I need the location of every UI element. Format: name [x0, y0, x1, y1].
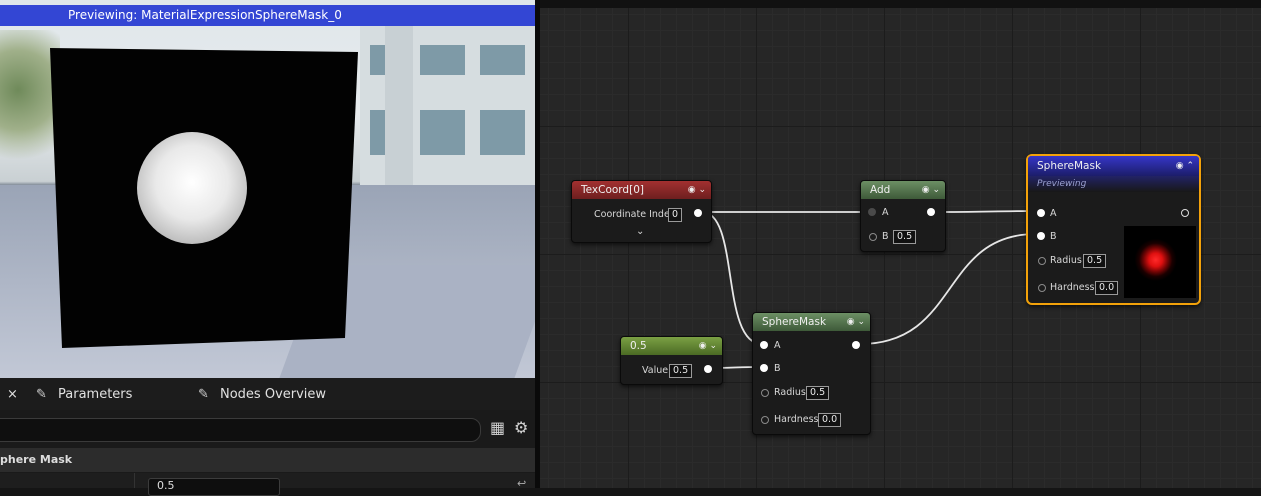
reset-icon[interactable]: ↩ — [517, 477, 526, 490]
table-view-icon[interactable]: ▦ — [490, 418, 505, 437]
property-row: 0.5 ↩ — [0, 473, 535, 496]
spheremask-main-pin-a-label: A — [1050, 208, 1057, 219]
spheremask-output-pin[interactable] — [852, 341, 860, 349]
spheremask-pin-a[interactable] — [760, 341, 768, 349]
tab-parameters-label: Parameters — [58, 387, 133, 402]
constant-value[interactable]: 0.5 — [669, 364, 693, 378]
spheremask-hardness-label: Hardness — [774, 414, 819, 425]
constant-output-pin[interactable] — [704, 365, 712, 373]
preview-title-bar: Previewing: MaterialExpressionSphereMask… — [0, 5, 535, 26]
spheremask-radius-label: Radius — [774, 387, 806, 398]
chevron-down-icon[interactable]: ⌄ — [636, 226, 644, 237]
spheremask-main-pin-hardness[interactable] — [1038, 284, 1046, 292]
add-pin-a[interactable] — [868, 208, 876, 216]
add-pin-b[interactable] — [869, 233, 877, 241]
details-tab-bar: × ✎ Parameters ✎ Nodes Overview — [0, 378, 535, 411]
spheremask-main-header[interactable]: SphereMask ◉ ⌃ — [1028, 156, 1199, 176]
add-node-title: Add — [870, 184, 891, 196]
sphere-mask-result — [137, 132, 247, 244]
spheremask-main-pin-b-label: B — [1050, 231, 1057, 242]
material-graph[interactable]: TexCoord[0] ◉ ⌄ Coordinate Index 0 ⌄ Add… — [540, 0, 1261, 488]
spheremask-pin-radius[interactable] — [761, 389, 769, 397]
spheremask-main-node[interactable]: SphereMask ◉ ⌃ Previewing A B Radius 0.5… — [1026, 154, 1201, 305]
constant-node-title: 0.5 — [630, 340, 647, 352]
close-icon[interactable]: × — [7, 387, 18, 402]
spheremask-pin-a-label: A — [774, 340, 781, 351]
spheremask-pin-hardness[interactable] — [761, 416, 769, 424]
spheremask-hardness-value[interactable]: 0.0 — [818, 413, 842, 427]
spheremask-main-hardness-value[interactable]: 0.0 — [1095, 281, 1119, 295]
texcoord-output-pin[interactable] — [694, 209, 702, 217]
preview-cube — [50, 48, 358, 348]
preview-viewport[interactable]: Previewing: MaterialExpressionSphereMask… — [0, 0, 535, 378]
category-label: phere Mask — [0, 453, 73, 466]
add-node[interactable]: Add ◉ ⌄ A B 0.5 — [860, 180, 946, 252]
spheremask-pin-b-label: B — [774, 363, 781, 374]
spheremask-main-radius-value[interactable]: 0.5 — [1083, 254, 1107, 268]
constant-node[interactable]: 0.5 ◉ ⌄ Value 0.5 — [620, 336, 723, 385]
add-node-header[interactable]: Add ◉ ⌄ — [861, 181, 945, 199]
property-divider — [134, 473, 135, 488]
spheremask-main-radius-label: Radius — [1050, 255, 1082, 266]
spheremask-main-output-pin[interactable] — [1181, 209, 1189, 217]
constant-node-header[interactable]: 0.5 ◉ ⌄ — [621, 337, 722, 355]
spheremask-status-bar: Previewing — [1028, 176, 1199, 192]
spheremask-status: Previewing — [1037, 179, 1087, 189]
add-output-pin[interactable] — [927, 208, 935, 216]
tab-nodes-overview-label: Nodes Overview — [220, 387, 327, 402]
add-pin-a-label: A — [882, 207, 889, 218]
tab-nodes-overview[interactable]: ✎ Nodes Overview — [198, 378, 326, 410]
texcoord-node-title: TexCoord[0] — [581, 184, 644, 196]
pen-icon: ✎ — [36, 387, 47, 402]
spheremask-main-pin-radius[interactable] — [1038, 257, 1046, 265]
constant-value-label: Value — [642, 365, 669, 376]
close-tab-button[interactable]: × — [7, 378, 18, 410]
left-panel: Previewing: MaterialExpressionSphereMask… — [0, 0, 535, 496]
spheremask-node-header[interactable]: SphereMask ◉ ⌄ — [753, 313, 870, 331]
texcoord-node[interactable]: TexCoord[0] ◉ ⌄ Coordinate Index 0 ⌄ — [571, 180, 712, 243]
spheremask-node-title: SphereMask — [762, 316, 827, 328]
wire-add-main — [935, 210, 1037, 213]
add-pin-b-label: B — [882, 231, 889, 242]
details-search-input[interactable] — [0, 418, 481, 442]
property-value-field[interactable]: 0.5 — [148, 478, 280, 496]
spheremask-main-pin-b[interactable] — [1037, 232, 1045, 240]
pen-icon: ✎ — [198, 387, 209, 402]
add-b-value[interactable]: 0.5 — [893, 230, 917, 244]
category-header[interactable]: phere Mask — [0, 448, 535, 472]
node-collapse-icon[interactable]: ◉ ⌃ — [1176, 156, 1194, 176]
gear-icon[interactable]: ⚙ — [514, 418, 528, 437]
spheremask-main-hardness-label: Hardness — [1050, 282, 1095, 293]
node-options-icon[interactable]: ◉ ⌄ — [688, 181, 706, 199]
preview-title: Previewing: MaterialExpressionSphereMask… — [68, 8, 342, 22]
spheremask-pin-b[interactable] — [760, 364, 768, 372]
coordinate-index-label: Coordinate Index — [594, 209, 676, 220]
spheremask-radius-value[interactable]: 0.5 — [806, 386, 830, 400]
spheremask-main-title: SphereMask — [1037, 160, 1102, 172]
node-options-icon[interactable]: ◉ ⌄ — [847, 313, 865, 331]
details-search-row: ▦ ⚙ — [0, 410, 535, 448]
texcoord-node-header[interactable]: TexCoord[0] ◉ ⌄ — [572, 181, 711, 199]
spheremask-thumbnail — [1124, 226, 1196, 298]
spheremask-main-pin-a[interactable] — [1037, 209, 1045, 217]
coordinate-index-value[interactable]: 0 — [668, 208, 683, 222]
spheremask-node[interactable]: SphereMask ◉ ⌄ A B Radius 0.5 Hardness 0… — [752, 312, 871, 435]
node-options-icon[interactable]: ◉ ⌄ — [922, 181, 940, 199]
node-options-icon[interactable]: ◉ ⌄ — [699, 337, 717, 355]
tab-parameters[interactable]: ✎ Parameters — [36, 378, 132, 410]
